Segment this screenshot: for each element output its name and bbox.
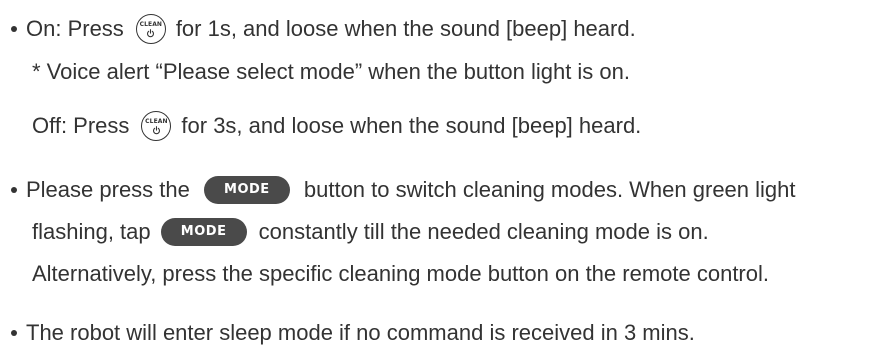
power-icon — [147, 28, 155, 37]
mode-button: MODE — [203, 176, 290, 204]
bullet — [11, 330, 17, 336]
bullet — [11, 26, 17, 32]
mode-line3: Alternatively, press the specific cleani… — [32, 261, 769, 286]
mode-line2-before: flashing, tap — [32, 219, 151, 244]
mode-instruction-line-2: flashing, tap MODE constantly till the n… — [32, 217, 709, 247]
off-suffix: for 3s, and loose when the sound [beep] … — [181, 113, 642, 138]
voice-alert-text: * Voice alert “Please select mode” when … — [32, 59, 631, 84]
clean-icon-label: CLEAN — [139, 20, 163, 28]
voice-alert-note: * Voice alert “Please select mode” when … — [32, 57, 630, 87]
mode-button: MODE — [160, 218, 247, 246]
power-icon — [152, 125, 160, 134]
off-prefix: Off: Press — [32, 113, 130, 138]
mode-instruction-line-3: Alternatively, press the specific cleani… — [32, 259, 769, 289]
clean-power-icon: CLEAN — [135, 14, 166, 44]
mode-line2-after: constantly till the needed cleaning mode… — [258, 219, 709, 244]
on-prefix: On: Press — [26, 16, 124, 41]
mode-line1-after: button to switch cleaning modes. When gr… — [303, 177, 796, 202]
sleep-instruction: The robot will enter sleep mode if no co… — [0, 318, 695, 348]
mode-line1-before: Please press the — [26, 177, 190, 202]
instructions-page: On: Press CLEAN for 1s, and loose when t… — [0, 0, 886, 345]
off-instruction: Off: Press CLEAN for 3s, and loose when … — [32, 111, 641, 141]
on-suffix: for 1s, and loose when the sound [beep] … — [175, 16, 636, 41]
bullet — [11, 187, 17, 193]
on-instruction: On: Press CLEAN for 1s, and loose when t… — [0, 14, 636, 44]
mode-instruction-line-1: Please press the MODE button to switch c… — [0, 175, 796, 205]
clean-power-icon: CLEAN — [141, 111, 172, 141]
clean-icon-label: CLEAN — [145, 117, 168, 125]
sleep-text: The robot will enter sleep mode if no co… — [26, 320, 695, 345]
